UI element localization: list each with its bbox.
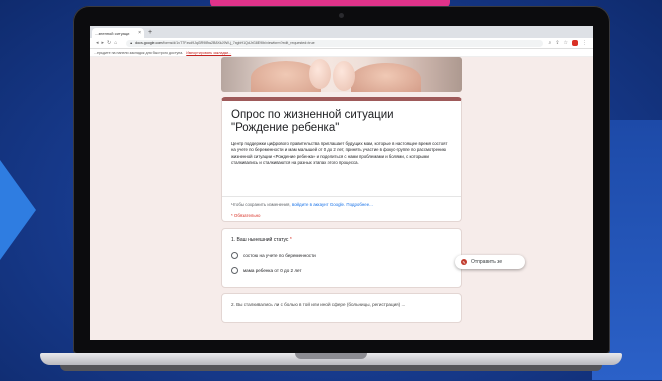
extension-icon[interactable] <box>572 40 578 46</box>
laptop-base-foot <box>60 365 602 371</box>
question-title: 1. Ваш нынешний статус * <box>231 237 452 243</box>
signin-text: Чтобы сохранить изменения, <box>231 202 292 207</box>
baby-foot <box>333 61 355 91</box>
required-note: * Обязательно <box>231 213 261 218</box>
camera-icon <box>339 13 344 18</box>
bookmarks-bar: ...ерьдите на панели закладок для быстро… <box>90 49 593 57</box>
required-star: * <box>289 237 292 243</box>
browser-tab[interactable]: ...зненной ситуаци × <box>92 28 144 38</box>
new-tab-button[interactable]: + <box>148 28 152 38</box>
laptop-notch <box>295 353 367 359</box>
address-bar-row: ◂▸↻⌂ 🔒︎ docs.google.com /forms/d/1vT7Fzs… <box>90 38 593 49</box>
form-description: Центр поддержки цифрового правительства … <box>231 141 448 165</box>
lock-icon: 🔒︎ <box>130 41 133 45</box>
question-title-text: 1. Ваш нынешний статус <box>231 237 289 243</box>
form-page: Опрос по жизненной ситуации "Рождение ре… <box>90 57 593 340</box>
tab-title: ...зненной ситуаци <box>95 30 130 36</box>
url-input[interactable]: 🔒︎ docs.google.com /forms/d/1vT7Fzsd9Jqi… <box>126 39 543 47</box>
url-path: /forms/d/1vT7Fzsd9Jqi3R9lBw2B8XkJ9W-j_7x… <box>162 41 315 45</box>
menu-icon[interactable]: ⋮ <box>582 40 587 46</box>
form-title-card: Опрос по жизненной ситуации "Рождение ре… <box>221 97 462 222</box>
bookmarks-hint: ...ерьдите на панели закладок для быстро… <box>94 50 184 55</box>
question-card: 1. Ваш нынешний статус * состою на учете… <box>221 228 462 288</box>
signin-notice: Чтобы сохранить изменения, войдите в акк… <box>231 202 373 207</box>
form-title-line2: "Рождение ребенка" <box>231 122 340 134</box>
header-image <box>221 57 462 92</box>
option-label: состою на учете по беременности <box>243 253 316 258</box>
question-card-2: 2. Вы сталкивались ли с болью в той или … <box>221 293 462 323</box>
pencil-icon: ✎ <box>461 259 467 265</box>
share-icon[interactable]: ⇪ <box>555 40 559 46</box>
laptop-base <box>0 353 662 381</box>
send-button-label: Отправить зе <box>471 259 503 265</box>
radio-button[interactable] <box>231 252 238 259</box>
radio-option[interactable]: состою на учете по беременности <box>231 252 452 259</box>
hand-right <box>351 63 421 92</box>
browser-tab-bar: ...зненной ситуаци × + <box>90 26 593 38</box>
decor-arrow <box>0 160 36 260</box>
radio-button[interactable] <box>231 267 238 274</box>
nav-buttons[interactable]: ◂▸↻⌂ <box>96 40 120 46</box>
form-title-line1: Опрос по жизненной ситуации <box>231 109 394 121</box>
radio-option[interactable]: мама ребенка от 0 до 2 лет <box>231 267 452 274</box>
question-title-text: 2. Вы сталкивались ли с болью в той или … <box>231 302 406 307</box>
url-host: docs.google.com <box>135 41 163 45</box>
laptop-screen: ...зненной ситуаци × + ◂▸↻⌂ 🔒︎ docs.goog… <box>90 26 593 340</box>
close-tab-icon[interactable]: × <box>138 30 141 36</box>
signin-link[interactable]: войдите в аккаунт Google. Подробнее... <box>292 202 373 207</box>
import-bookmarks-link[interactable]: Импортировать закладки... <box>186 51 231 55</box>
send-feedback-button[interactable]: ✎ Отправить зе <box>455 255 525 269</box>
option-label: мама ребенка от 0 до 2 лет <box>243 268 302 273</box>
laptop-frame: ...зненной ситуаци × + ◂▸↻⌂ 🔒︎ docs.goog… <box>73 6 610 354</box>
star-icon[interactable]: ☆ <box>564 40 568 46</box>
baby-foot <box>309 59 331 89</box>
search-icon[interactable]: ⌕ <box>549 40 552 46</box>
form-title: Опрос по жизненной ситуации "Рождение ре… <box>231 109 452 135</box>
divider <box>222 196 461 197</box>
